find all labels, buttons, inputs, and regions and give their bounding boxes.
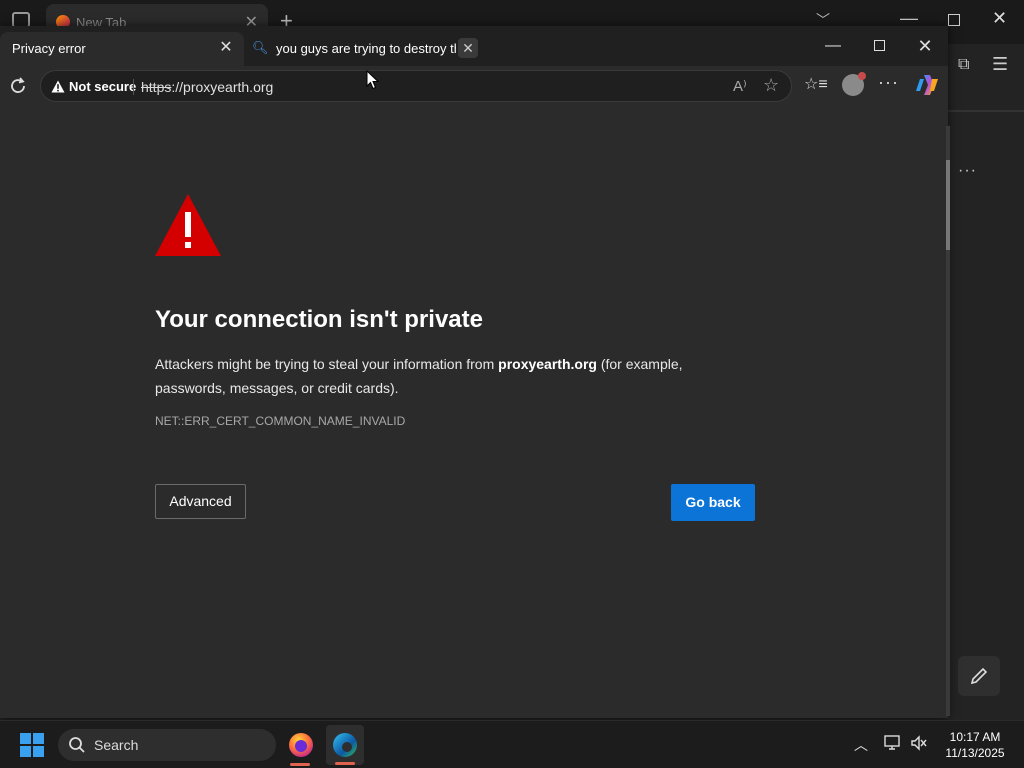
running-indicator: [290, 763, 310, 766]
clock-time: 10:17 AM: [949, 730, 1001, 744]
browser-window: Privacy error ✕ 🔍︎ you guys are trying t…: [0, 26, 948, 718]
desc-text: Attackers might be trying to steal your …: [155, 356, 499, 372]
tab-label: you guys are trying to destroy th: [276, 41, 456, 56]
go-back-button[interactable]: Go back: [671, 484, 755, 521]
tab-second[interactable]: 🔍︎ you guys are trying to destroy th ✕: [248, 32, 498, 66]
close-tab-icon[interactable]: ✕: [216, 38, 236, 58]
url-host: ://proxyearth.org: [171, 79, 274, 95]
edge-icon: [333, 733, 357, 757]
more-options-icon[interactable]: ···: [958, 162, 977, 180]
close-tab-icon[interactable]: ✕: [458, 38, 478, 58]
error-page: Your connection isn't private Attackers …: [0, 106, 948, 718]
favorites-icon[interactable]: ☆≡: [804, 74, 828, 94]
minimize-button[interactable]: —: [810, 32, 856, 60]
clock-date: 11/13/2025: [945, 746, 1005, 760]
taskbar: Search ︿ 10:17 AM 11/13/2025: [0, 720, 1024, 768]
address-bar[interactable]: Not secure https://proxyearth.org A⁾ ☆: [40, 70, 792, 102]
url-scheme: https: [141, 79, 172, 95]
scrollbar-thumb[interactable]: [946, 160, 950, 250]
maximize-icon: [873, 40, 885, 52]
maximize-button[interactable]: [856, 32, 902, 60]
background-window-content: [948, 44, 1024, 720]
warning-icon[interactable]: [51, 80, 65, 93]
copilot-icon[interactable]: [914, 73, 940, 97]
warning-triangle-icon: [155, 194, 221, 256]
firefox-icon[interactable]: [286, 729, 316, 761]
network-icon[interactable]: [884, 735, 902, 751]
restore-icon[interactable]: [948, 14, 960, 26]
tab-privacy-error[interactable]: Privacy error ✕: [0, 32, 244, 66]
address-toolbar: Not secure https://proxyearth.org A⁾ ☆ ☆…: [0, 66, 948, 106]
more-options-icon[interactable]: ···: [878, 72, 899, 93]
edit-button[interactable]: [958, 656, 1000, 696]
page-title: Your connection isn't private: [155, 306, 483, 333]
close-window-icon[interactable]: ✕: [992, 8, 1007, 29]
advanced-button[interactable]: Advanced: [155, 484, 246, 519]
reload-icon[interactable]: [6, 74, 30, 98]
tab-strip: Privacy error ✕ 🔍︎ you guys are trying t…: [0, 26, 948, 66]
chevron-up-icon[interactable]: ︿: [854, 735, 868, 755]
extensions-icon[interactable]: ⧉: [958, 56, 969, 74]
profile-avatar[interactable]: [842, 72, 866, 96]
security-status[interactable]: Not secure: [69, 79, 136, 94]
mouse-cursor-icon: [366, 70, 380, 90]
desc-domain: proxyearth.org: [498, 356, 597, 372]
windows-start-icon[interactable]: [20, 733, 44, 757]
search-label: Search: [94, 737, 139, 753]
divider: [133, 79, 134, 95]
edge-taskbar-button[interactable]: [326, 725, 364, 765]
taskbar-search[interactable]: Search: [58, 729, 276, 761]
pencil-icon: [970, 667, 988, 685]
error-code[interactable]: NET::ERR_CERT_COMMON_NAME_INVALID: [155, 414, 405, 428]
error-description: Attackers might be trying to steal your …: [155, 352, 715, 400]
running-indicator: [335, 762, 355, 765]
volume-muted-icon[interactable]: [910, 735, 928, 751]
system-clock[interactable]: 10:17 AM 11/13/2025: [940, 729, 1010, 761]
close-window-button[interactable]: ✕: [902, 32, 948, 60]
tab-label: Privacy error: [12, 41, 86, 56]
hamburger-menu-icon[interactable]: ☰: [992, 54, 1008, 75]
search-tab-icon: 🔍︎: [252, 40, 269, 55]
read-aloud-icon[interactable]: A⁾: [733, 77, 747, 95]
url-text[interactable]: https://proxyearth.org: [141, 79, 273, 95]
divider: [948, 110, 1024, 112]
favorite-star-icon[interactable]: ☆: [763, 75, 779, 96]
search-icon: [69, 737, 85, 753]
